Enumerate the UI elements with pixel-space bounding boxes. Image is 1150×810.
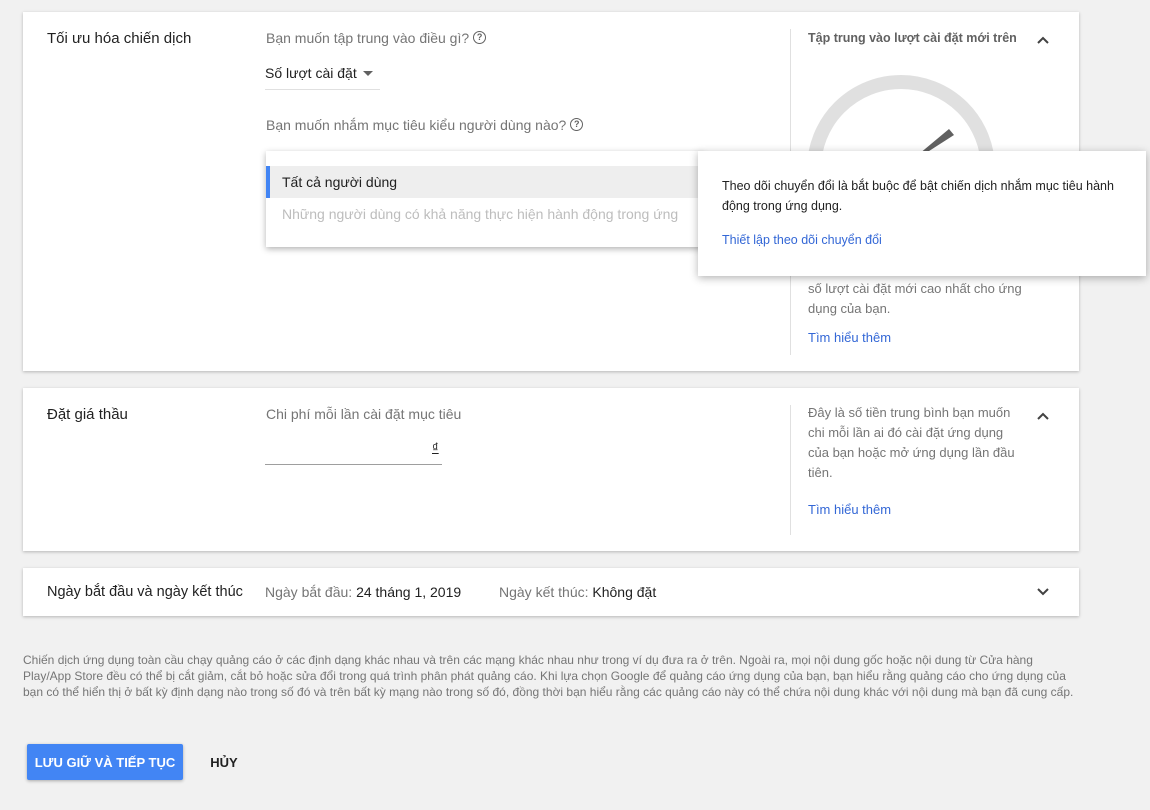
- end-date: Ngày kết thúc: Không đặt: [499, 584, 656, 600]
- focus-select-value: Số lượt cài đặt: [265, 65, 357, 81]
- start-date-value: 24 tháng 1, 2019: [356, 584, 462, 600]
- dropdown-caret-icon: [363, 71, 373, 76]
- side-panel-text: số lượt cài đặt mới cao nhất cho ứng dụn…: [808, 281, 1022, 316]
- cancel-button[interactable]: HỦY: [196, 744, 252, 780]
- dates-card[interactable]: Ngày bắt đầu và ngày kết thúc Ngày bắt đ…: [23, 568, 1079, 616]
- target-user-dropdown[interactable]: Tất cả người dùng Những người dùng có kh…: [266, 151, 703, 247]
- conversion-tracking-tooltip: Theo dõi chuyển đổi là bắt buộc để bật c…: [698, 151, 1146, 276]
- learn-more-link[interactable]: Tìm hiểu thêm: [808, 502, 891, 517]
- chevron-up-icon[interactable]: [1035, 408, 1051, 424]
- tooltip-text: Theo dõi chuyển đổi là bắt buộc để bật c…: [722, 179, 1114, 213]
- focus-question-label: Bạn muốn tập trung vào điều gì?: [266, 30, 470, 46]
- start-date-label: Ngày bắt đầu:: [265, 584, 353, 600]
- help-icon[interactable]: ?: [473, 31, 487, 44]
- save-and-continue-button[interactable]: LƯU GIỮ VÀ TIẾP TỤC: [27, 744, 183, 780]
- learn-more-link[interactable]: Tìm hiểu thêm: [808, 330, 891, 345]
- start-date: Ngày bắt đầu: 24 tháng 1, 2019: [265, 584, 461, 600]
- help-icon[interactable]: ?: [570, 118, 584, 131]
- side-panel-title: Tập trung vào lượt cài đặt mới trên: [808, 31, 1017, 45]
- section-title-optimization: Tối ưu hóa chiến dịch: [47, 30, 192, 47]
- setup-conversion-tracking-link[interactable]: Thiết lập theo dõi chuyển đổi: [722, 233, 882, 247]
- target-question-label: Bạn muốn nhắm mục tiêu kiểu người dùng n…: [266, 117, 567, 133]
- disclaimer-text: Chiến dịch ứng dụng toàn cầu chạy quảng …: [23, 653, 1074, 699]
- focus-select[interactable]: Số lượt cài đặt: [265, 62, 380, 90]
- end-date-label: Ngày kết thúc:: [499, 584, 589, 600]
- end-date-value: Không đặt: [592, 584, 657, 600]
- chevron-down-icon[interactable]: [1035, 584, 1051, 600]
- section-title-dates: Ngày bắt đầu và ngày kết thúc: [47, 584, 243, 600]
- focus-question: Bạn muốn tập trung vào điều gì??: [266, 30, 487, 46]
- section-title-bidding: Đặt giá thầu: [47, 406, 128, 423]
- target-cpi-input[interactable]: [265, 449, 442, 465]
- dropdown-option-action-users: Những người dùng có khả năng thực hiện h…: [282, 206, 679, 222]
- target-cpi-label: Chi phí mỗi lần cài đặt mục tiêu: [266, 406, 462, 422]
- side-divider: [790, 405, 791, 535]
- chevron-up-icon[interactable]: [1035, 32, 1051, 48]
- target-question: Bạn muốn nhắm mục tiêu kiểu người dùng n…: [266, 117, 584, 133]
- dropdown-option-all-users[interactable]: Tất cả người dùng: [266, 166, 703, 198]
- currency-symbol: ₫: [432, 440, 439, 455]
- bidding-side-text: Đây là số tiền trung bình bạn muốn chi m…: [808, 405, 1015, 480]
- bidding-card: Đặt giá thầu Chi phí mỗi lần cài đặt mục…: [23, 388, 1079, 551]
